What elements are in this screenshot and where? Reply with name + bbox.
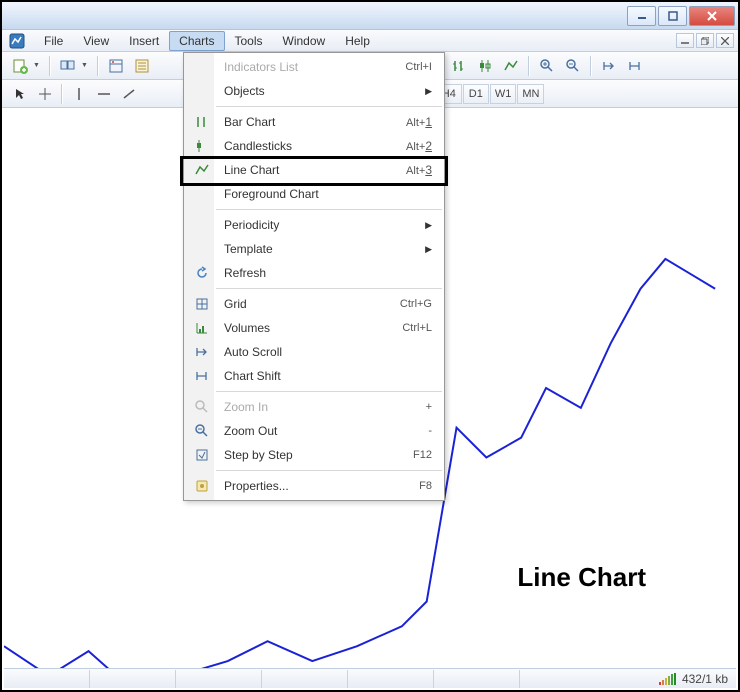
bar-chart-icon: [190, 114, 214, 130]
close-button[interactable]: [689, 6, 735, 26]
horizontal-line-tool-button[interactable]: [92, 83, 116, 105]
period-w1-button[interactable]: W1: [490, 84, 517, 104]
line-chart-type-button[interactable]: [499, 55, 523, 77]
auto-scroll-icon: [190, 344, 214, 360]
auto-scroll-button[interactable]: [597, 55, 621, 77]
menu-refresh[interactable]: Refresh: [184, 261, 444, 285]
menu-template[interactable]: Template ▶: [184, 237, 444, 261]
toolbar-separator: [49, 56, 51, 76]
market-watch-button[interactable]: [104, 55, 128, 77]
properties-icon: [190, 478, 214, 494]
chart-shift-icon: [190, 368, 214, 384]
toolbar-separator: [61, 84, 63, 104]
status-segments: [4, 670, 659, 688]
menu-separator: [216, 106, 442, 107]
menu-step-by-step[interactable]: Step by Step F12: [184, 443, 444, 467]
menu-volumes[interactable]: Volumes Ctrl+L: [184, 316, 444, 340]
menu-window[interactable]: Window: [273, 31, 336, 51]
menu-insert[interactable]: Insert: [119, 31, 169, 51]
menu-chart-shift[interactable]: Chart Shift: [184, 364, 444, 388]
submenu-arrow-icon: ▶: [425, 244, 438, 255]
menu-tools[interactable]: Tools: [225, 31, 273, 51]
menu-indicators-list[interactable]: Indicators List Ctrl+I: [184, 55, 444, 79]
status-segment: [4, 670, 90, 688]
menubar: FileViewInsertChartsToolsWindowHelp: [2, 30, 738, 52]
menu-grid[interactable]: Grid Ctrl+G: [184, 292, 444, 316]
mdi-restore-button[interactable]: [696, 33, 714, 48]
menu-separator: [216, 470, 442, 471]
new-chart-button[interactable]: ▼: [8, 55, 44, 77]
mdi-close-button[interactable]: [716, 33, 734, 48]
menu-line-chart[interactable]: Line Chart Alt+3: [184, 158, 444, 182]
candlestick-icon: [190, 138, 214, 154]
menu-charts[interactable]: Charts: [169, 31, 224, 51]
menu-separator: [216, 288, 442, 289]
grid-icon: [190, 296, 214, 312]
status-segment: [348, 670, 434, 688]
toolbar-separator: [528, 56, 530, 76]
submenu-arrow-icon: ▶: [425, 220, 438, 231]
app-logo-icon: [8, 32, 26, 50]
zoom-in-icon: [190, 399, 214, 415]
volumes-icon: [190, 320, 214, 336]
charts-menu-dropdown: Indicators List Ctrl+I Objects ▶ Bar Cha…: [183, 52, 445, 501]
submenu-arrow-icon: ▶: [425, 86, 438, 97]
menu-properties[interactable]: Properties... F8: [184, 474, 444, 498]
zoom-in-button[interactable]: [535, 55, 559, 77]
menu-separator: [216, 209, 442, 210]
mdi-window-controls: [676, 33, 738, 48]
dropdown-arrow-icon: ▼: [78, 62, 91, 69]
navigator-button[interactable]: [130, 55, 154, 77]
profiles-button[interactable]: ▼: [56, 55, 92, 77]
status-segment: [434, 670, 520, 688]
zoom-out-button[interactable]: [561, 55, 585, 77]
crosshair-tool-button[interactable]: [33, 83, 57, 105]
trendline-tool-button[interactable]: [117, 83, 141, 105]
vertical-line-tool-button[interactable]: [67, 83, 91, 105]
status-segment: [176, 670, 262, 688]
statusbar: 432/1 kb: [4, 668, 736, 688]
cursor-tool-button[interactable]: [8, 83, 32, 105]
period-mn-button[interactable]: MN: [517, 84, 544, 104]
minimize-button[interactable]: [627, 6, 656, 26]
maximize-button[interactable]: [658, 6, 687, 26]
menu-foreground-chart[interactable]: Foreground Chart: [184, 182, 444, 206]
dropdown-arrow-icon: ▼: [30, 62, 43, 69]
toolbar-separator: [590, 56, 592, 76]
menu-separator: [216, 391, 442, 392]
chart-shift-button[interactable]: [623, 55, 647, 77]
menu-view[interactable]: View: [73, 31, 119, 51]
signal-bars-icon: [659, 673, 676, 685]
status-segment: [262, 670, 348, 688]
application-window: FileViewInsertChartsToolsWindowHelp ▼ ▼: [0, 0, 740, 692]
candlestick-type-button[interactable]: [473, 55, 497, 77]
menu-help[interactable]: Help: [335, 31, 380, 51]
titlebar: [2, 2, 738, 30]
bar-chart-type-button[interactable]: [447, 55, 471, 77]
period-d1-button[interactable]: D1: [463, 84, 489, 104]
menu-candlesticks[interactable]: Candlesticks Alt+2: [184, 134, 444, 158]
menu-file[interactable]: File: [34, 31, 73, 51]
refresh-icon: [190, 265, 214, 281]
step-icon: [190, 447, 214, 463]
menu-bar-chart[interactable]: Bar Chart Alt+1: [184, 110, 444, 134]
zoom-out-icon: [190, 423, 214, 439]
menu-zoom-out[interactable]: Zoom Out -: [184, 419, 444, 443]
mdi-minimize-button[interactable]: [676, 33, 694, 48]
menu-objects[interactable]: Objects ▶: [184, 79, 444, 103]
line-chart-icon: [190, 162, 214, 178]
chart-annotation-label: Line Chart: [517, 562, 646, 593]
menu-periodicity[interactable]: Periodicity ▶: [184, 213, 444, 237]
status-segment: [90, 670, 176, 688]
connection-kb-label: 432/1 kb: [682, 672, 728, 686]
menu-zoom-in[interactable]: Zoom In +: [184, 395, 444, 419]
menu-auto-scroll[interactable]: Auto Scroll: [184, 340, 444, 364]
connection-status: 432/1 kb: [659, 672, 736, 686]
toolbar-separator: [97, 56, 99, 76]
